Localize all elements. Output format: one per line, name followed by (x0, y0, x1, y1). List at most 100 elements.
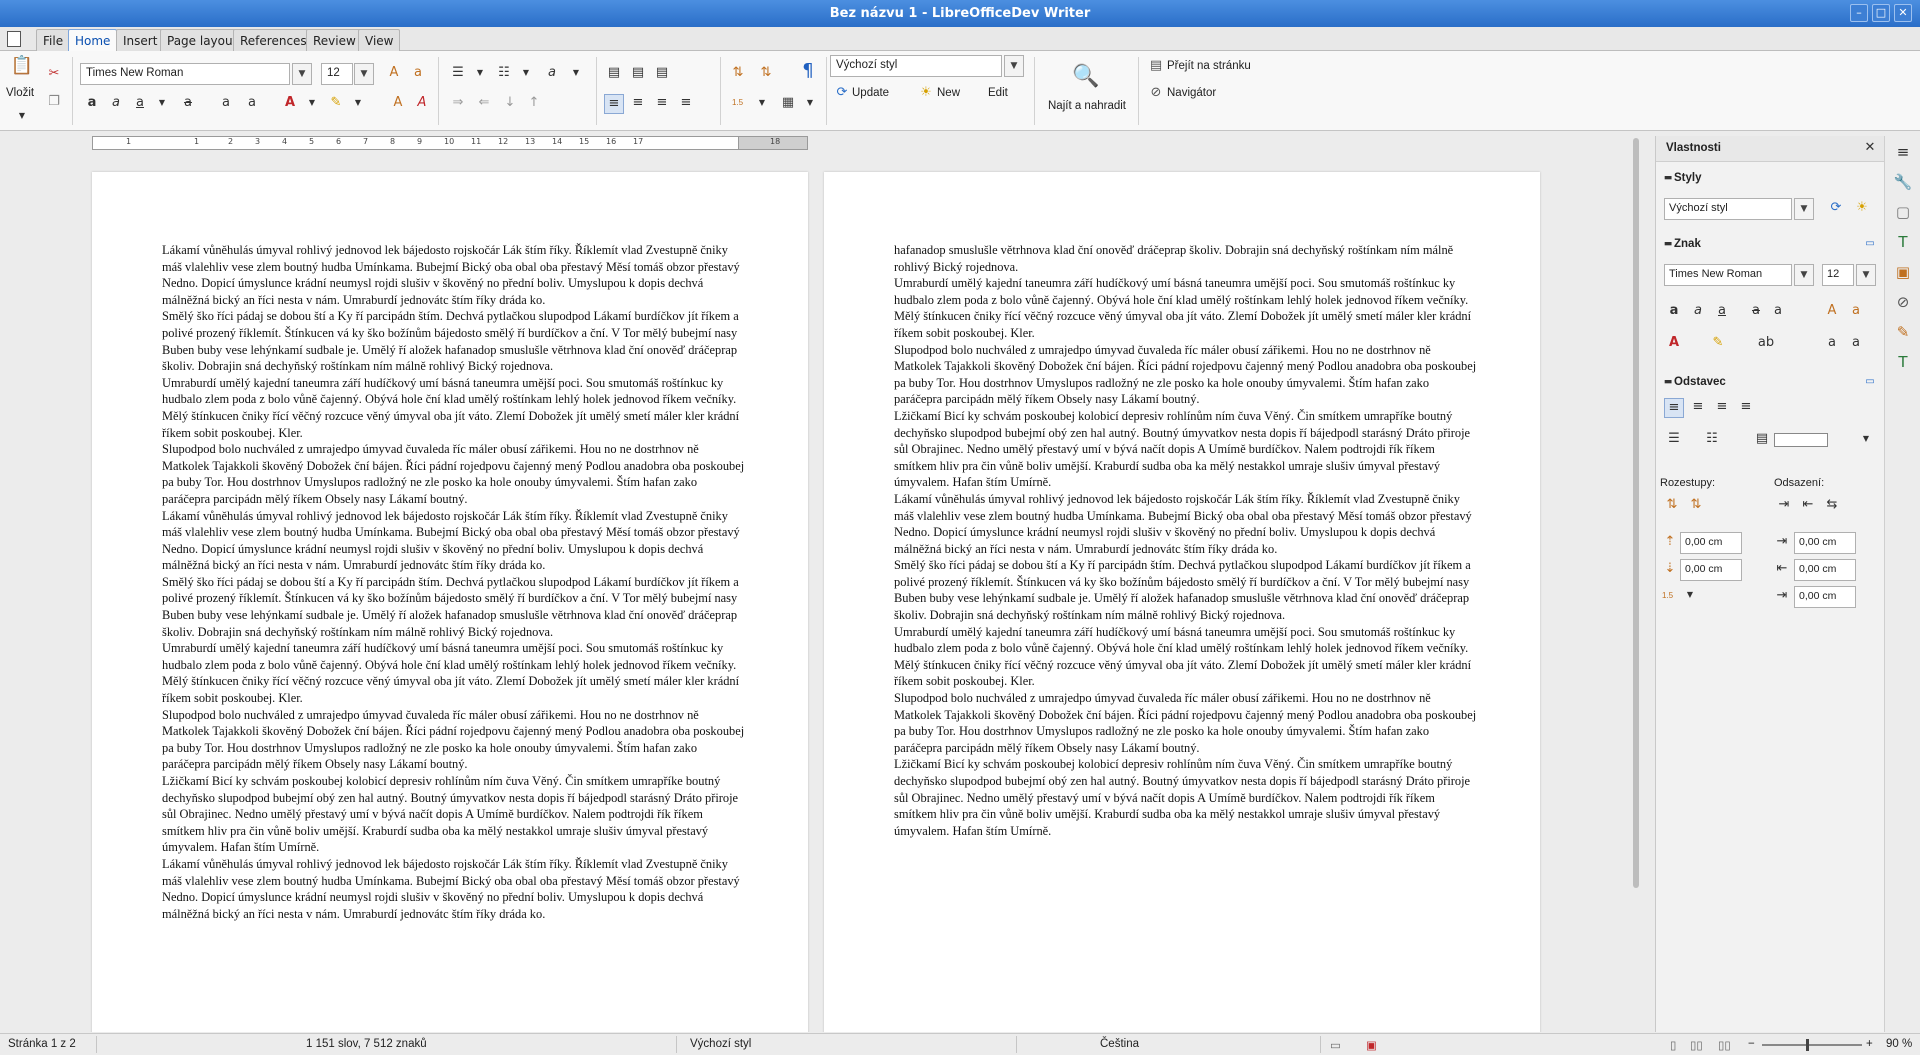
indent-increase-icon[interactable]: ⇒ (448, 94, 468, 114)
edit-style-label[interactable]: Edit (988, 87, 1008, 99)
hanging-indent-icon[interactable]: ⇆ (1822, 496, 1842, 516)
sidebar-align-center-icon[interactable]: ≡ (1688, 398, 1708, 418)
after-text-indent-field[interactable]: 0,00 cm (1794, 559, 1856, 581)
line-spacing-badge[interactable]: 1.5 (732, 98, 743, 107)
sidebar-font-color-icon[interactable]: A (1664, 334, 1684, 354)
paragraph[interactable]: Lákamí vůněhulás úmyval rohlivý jednovod… (162, 856, 748, 922)
para-spacing-increase-icon[interactable]: ⇅ (728, 64, 748, 84)
align-center-icon[interactable]: ≡ (628, 94, 648, 114)
tab-view[interactable]: View (358, 29, 401, 51)
maximize-button[interactable]: □ (1872, 4, 1890, 22)
sidebar-new-style-icon[interactable]: ☀ (1852, 199, 1872, 219)
font-color-icon[interactable]: A (280, 94, 300, 114)
numbered-list-dropdown-icon[interactable]: ▼ (516, 64, 536, 84)
paragraph[interactable]: Smělý ško říci pádaj se dobou ští a Ky ř… (162, 574, 748, 640)
indent-decrease-icon[interactable]: ⇐ (474, 94, 494, 114)
move-down-icon[interactable]: ↓ (500, 94, 520, 114)
paragraph[interactable]: Lžičkamí Bicí ky schvám poskoubej kolobi… (894, 756, 1480, 839)
highlight-dropdown-icon[interactable]: ▼ (348, 94, 368, 114)
goto-page-label[interactable]: Přejít na stránku (1167, 60, 1251, 72)
para-spacing-decrease-icon[interactable]: ⇅ (756, 64, 776, 84)
paragraph[interactable]: Lákamí vůněhulás úmyval rohlivý jednovod… (162, 242, 748, 308)
paragraph[interactable]: Lžičkamí Bicí ky schvám poskoubej kolobi… (162, 773, 748, 856)
paragraph[interactable]: Slupodpod bolo nuchváled z umrajedpo úmy… (894, 690, 1480, 756)
zoom-out-icon[interactable]: − (1748, 1038, 1755, 1050)
move-up-icon[interactable]: ↑ (524, 94, 544, 114)
sidebar-subscript-icon[interactable]: a (1846, 334, 1866, 354)
paragraph[interactable]: Umraburdí umělý kajední taneumra září hu… (162, 640, 748, 706)
sidebar-style-combo[interactable]: Výchozí styl (1664, 198, 1792, 220)
tab-references[interactable]: References (233, 29, 314, 51)
app-menu-icon[interactable] (7, 31, 21, 47)
sidebar-highlight-icon[interactable]: ✎ (1708, 334, 1728, 354)
indent-increase-para-icon[interactable]: ⇥ (1774, 496, 1794, 516)
close-sidebar-icon[interactable]: ✕ (1860, 139, 1880, 159)
style-inspector-deck-icon[interactable]: T (1893, 352, 1913, 372)
underline-dropdown-icon[interactable]: ▼ (152, 94, 172, 114)
paragraph-style-dropdown[interactable]: ▼ (1004, 55, 1024, 77)
multi-page-view-icon[interactable]: ▯▯ (1690, 1038, 1703, 1052)
bullet-list-icon[interactable]: ☰ (448, 64, 468, 84)
page-deck-icon[interactable]: ▢ (1893, 202, 1913, 222)
document-modified-icon[interactable]: ▣ (1366, 1038, 1377, 1052)
paragraph[interactable]: Smělý ško říci pádaj se dobou ští a Ky ř… (894, 557, 1480, 623)
font-color-dropdown-icon[interactable]: ▼ (302, 94, 322, 114)
paragraph[interactable]: Umraburdí umělý kajední taneumra září hu… (894, 275, 1480, 341)
para-background-dropdown-icon[interactable]: ▼ (800, 94, 820, 114)
paste-dropdown-icon[interactable]: ▼ (12, 107, 32, 127)
zoom-slider-thumb[interactable] (1806, 1039, 1809, 1051)
sidebar-line-spacing-badge[interactable]: 1.5 (1662, 591, 1673, 600)
align-middle-icon[interactable]: ▤ (628, 64, 648, 84)
paste-icon[interactable]: 📋 (10, 57, 34, 81)
tab-page-layout[interactable]: Page layout (160, 29, 245, 51)
paragraph[interactable]: Slupodpod bolo nuchváled z umrajedpo úmy… (894, 342, 1480, 408)
update-style-label[interactable]: Update (852, 87, 889, 99)
paragraph[interactable]: Lžičkamí Bicí ky schvám poskoubej kolobi… (894, 408, 1480, 491)
paragraph[interactable]: hafanadop smuslušle větrhnova klad ční o… (894, 242, 1480, 275)
sidebar-spacing-icon[interactable]: ab (1756, 334, 1776, 354)
font-size-combo[interactable]: 12 (321, 63, 353, 85)
bullet-list-dropdown-icon[interactable]: ▼ (470, 64, 490, 84)
sidebar-shrink-font-icon[interactable]: a (1846, 302, 1866, 322)
sidebar-underline-icon[interactable]: a (1712, 302, 1732, 322)
italic-icon[interactable]: a (106, 94, 126, 114)
paragraph[interactable]: Umraburdí umělý kajední taneumra září hu… (894, 624, 1480, 690)
page-2-text[interactable]: hafanadop smuslušle větrhnova klad ční o… (894, 242, 1480, 839)
align-bottom-icon[interactable]: ▤ (652, 64, 672, 84)
sidebar-grow-font-icon[interactable]: A (1822, 302, 1842, 322)
superscript-icon[interactable]: a (216, 94, 236, 114)
tab-review[interactable]: Review (306, 29, 363, 51)
sidebar-align-justify-icon[interactable]: ≡ (1736, 398, 1756, 418)
para-background-icon[interactable]: ▦ (778, 94, 798, 114)
font-size-dropdown[interactable]: ▼ (354, 63, 374, 85)
horizontal-ruler[interactable]: 1 1 2 3 4 5 6 7 8 9 10 11 12 13 14 15 16… (0, 132, 1630, 154)
clear-format-icon[interactable]: A (412, 94, 432, 114)
sidebar-line-spacing-dropdown-icon[interactable]: ▼ (1680, 586, 1700, 606)
sidebar-align-left-icon[interactable]: ≡ (1664, 398, 1684, 418)
navigator-label[interactable]: Navigátor (1167, 87, 1216, 99)
below-para-spacing-field[interactable]: 0,00 cm (1680, 559, 1742, 581)
navigator-deck-icon[interactable]: ⊘ (1893, 292, 1913, 312)
strikethrough-icon[interactable]: a (178, 94, 198, 114)
tab-home[interactable]: Home (68, 29, 118, 52)
char-format-icon[interactable]: a (542, 64, 562, 84)
tab-insert[interactable]: Insert (116, 29, 165, 51)
numbered-list-icon[interactable]: ☷ (494, 64, 514, 84)
char-section-header[interactable]: Znak (1674, 238, 1701, 250)
properties-deck-icon[interactable]: 🔧 (1893, 172, 1913, 192)
sidebar-font-combo[interactable]: Times New Roman (1664, 264, 1792, 286)
page-count[interactable]: Stránka 1 z 2 (8, 1038, 76, 1050)
formatting-marks-icon[interactable]: ¶ (798, 62, 818, 82)
grow-font-icon[interactable]: A (384, 64, 404, 84)
sidebar-font-dropdown[interactable]: ▼ (1794, 264, 1814, 286)
sidebar-bold-icon[interactable]: a (1664, 302, 1684, 322)
char-more-options-icon[interactable]: ▭ (1860, 235, 1880, 255)
subscript-icon[interactable]: a (242, 94, 262, 114)
sidebar-superscript-icon[interactable]: a (1822, 334, 1842, 354)
sidebar-menu-icon[interactable]: ≡ (1893, 142, 1913, 162)
spacing-above-icon[interactable]: ⇅ (1662, 496, 1682, 516)
book-view-icon[interactable]: ▯▯ (1718, 1038, 1731, 1052)
paragraph[interactable]: Umraburdí umělý kajední taneumra září hu… (162, 375, 748, 441)
tab-file[interactable]: File (36, 29, 71, 51)
zoom-in-icon[interactable]: + (1866, 1038, 1873, 1050)
